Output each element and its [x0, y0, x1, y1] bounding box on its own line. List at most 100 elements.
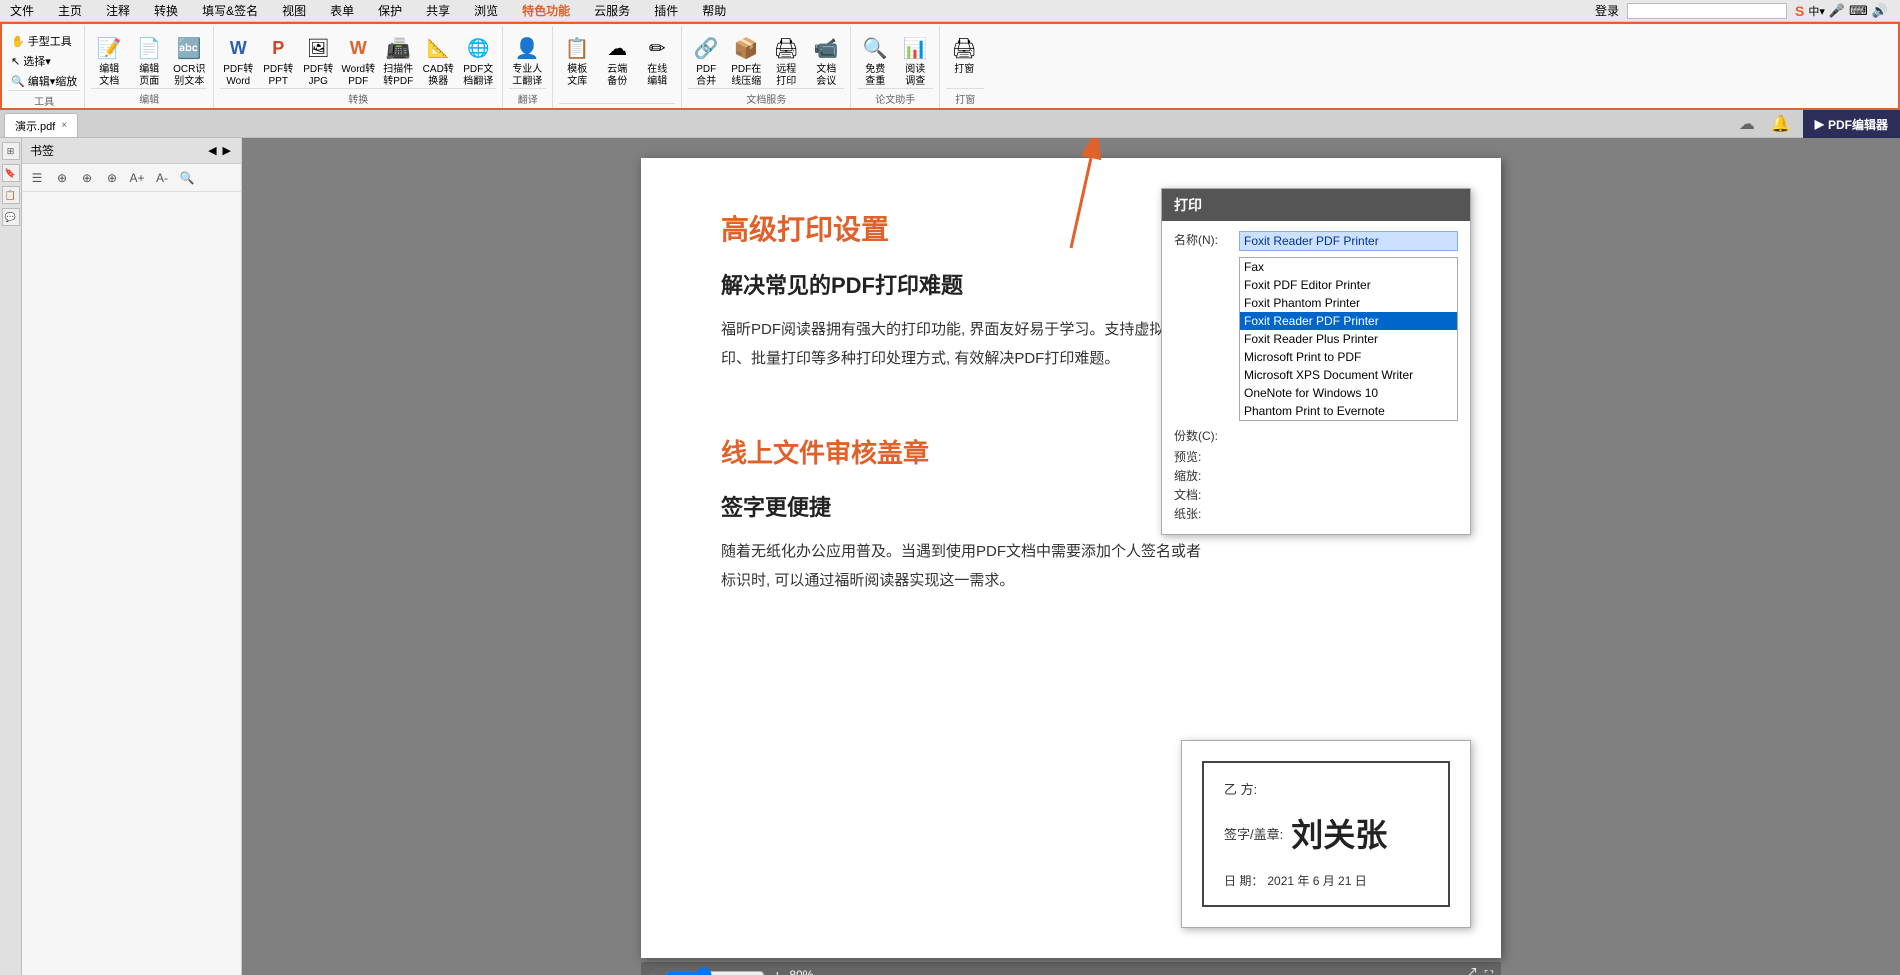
- menu-help[interactable]: 帮助: [696, 0, 732, 21]
- printer-fax[interactable]: Fax: [1240, 258, 1457, 276]
- print-name-input[interactable]: Foxit Reader PDF Printer: [1239, 231, 1458, 251]
- signature-inner: 乙 方: 签字/盖章: 刘关张 日 期： 2021 年 6 月 21 日: [1202, 761, 1450, 907]
- cad-icon: 📐: [422, 32, 454, 64]
- menu-file[interactable]: 文件: [4, 0, 40, 21]
- meeting-button[interactable]: 📹 文档会议: [808, 32, 844, 88]
- sogou-logo: S 中▾ 🎤 ⌨ 🔊: [1795, 3, 1888, 19]
- tools-label: 工具: [8, 90, 80, 108]
- menu-annotate[interactable]: 注释: [100, 0, 136, 21]
- online-edit-icon: ✏: [641, 32, 673, 64]
- print-preview-label: 预览:: [1174, 448, 1239, 465]
- printer-ms-pdf[interactable]: Microsoft Print to PDF: [1240, 348, 1457, 366]
- left-panel-btn-3[interactable]: 📋: [2, 186, 20, 204]
- search-input[interactable]: [1627, 3, 1787, 19]
- select-tool-button[interactable]: ↖ 选择▾: [8, 52, 80, 70]
- remote-print-button[interactable]: 🖨 远程打印: [768, 32, 804, 88]
- pdf-editor-icon: ▶: [1815, 117, 1824, 131]
- sidebar-title: 书签: [30, 142, 54, 159]
- menu-sign[interactable]: 填写&签名: [196, 0, 264, 21]
- edit-page-button[interactable]: 📄 编辑页面: [131, 32, 167, 88]
- zoom-slider[interactable]: [665, 967, 765, 975]
- fullscreen-button[interactable]: ⤢: [1464, 966, 1477, 975]
- cad-convert-button[interactable]: 📐 CAD转换器: [420, 32, 456, 88]
- online-edit-button[interactable]: ✏ 在线编辑: [639, 32, 675, 88]
- bookmark-add-icon[interactable]: ⊕: [51, 167, 73, 189]
- menu-convert[interactable]: 转换: [148, 0, 184, 21]
- notification-icon: 🔔: [1767, 114, 1795, 134]
- pdf-editor-badge[interactable]: ▶ PDF编辑器: [1803, 110, 1900, 138]
- printer-foxit-plus[interactable]: Foxit Reader Plus Printer: [1240, 330, 1457, 348]
- section1-body: 福昕PDF阅读器拥有强大的打印功能, 界面友好易于学习。支持虚拟打印、批量打印等…: [721, 316, 1201, 373]
- menu-share[interactable]: 共享: [420, 0, 456, 21]
- read-survey-button[interactable]: 📊 阅读调查: [897, 32, 933, 88]
- pdf-bottom-bar: − + 80% ⤢ ⛶: [641, 962, 1501, 975]
- pdf-to-jpg-button[interactable]: 🖼 PDF转JPG: [300, 32, 336, 88]
- edit-doc-icon: 📝: [93, 32, 125, 64]
- check-duplicate-button[interactable]: 🔍 免费查重: [857, 32, 893, 88]
- pdf-tab[interactable]: 演示.pdf ×: [4, 113, 78, 137]
- left-panel-btn-4[interactable]: 💬: [2, 208, 20, 226]
- pdf-word-icon: W: [222, 32, 254, 64]
- tab-close-button[interactable]: ×: [61, 120, 67, 131]
- menu-special[interactable]: 特色功能: [516, 0, 576, 21]
- pdf-to-word-button[interactable]: W PDF转Word: [220, 32, 256, 88]
- sig-date-value: 2021 年 6 月 21 日: [1267, 872, 1366, 889]
- fit-page-button[interactable]: ⛶: [1485, 968, 1493, 975]
- sidebar-nav-next[interactable]: ▶: [221, 144, 233, 157]
- sidebar-header: 书签 ◀ ▶: [22, 138, 241, 164]
- print-name-row: 名称(N): Foxit Reader PDF Printer: [1174, 231, 1458, 251]
- pdf-merge-button[interactable]: 🔗 PDF合并: [688, 32, 724, 88]
- bookmark-add2-icon[interactable]: ⊕: [76, 167, 98, 189]
- check-icon: 🔍: [859, 32, 891, 64]
- menu-browse[interactable]: 浏览: [468, 0, 504, 21]
- template-icon: 📋: [561, 32, 593, 64]
- template-button[interactable]: 📋 模板文库: [559, 32, 595, 88]
- print-dialog: 打印 名称(N): Foxit Reader PDF Printer Fax F…: [1161, 188, 1471, 535]
- sig-name-row: 签字/盖章: 刘关张: [1224, 810, 1428, 856]
- menu-form[interactable]: 表单: [324, 0, 360, 21]
- cloud-backup-icon: ☁: [601, 32, 633, 64]
- left-panel-btn-1[interactable]: ⊞: [2, 142, 20, 160]
- sidebar-nav-prev[interactable]: ◀: [206, 144, 218, 157]
- zoom-icon: 🔍: [11, 75, 25, 88]
- menu-plugin[interactable]: 插件: [648, 0, 684, 21]
- pro-translate-button[interactable]: 👤 专业人工翻译: [509, 32, 545, 88]
- zoom-in-button[interactable]: +: [773, 967, 781, 975]
- print-window-button[interactable]: 🖨 打窗: [946, 32, 982, 76]
- print-dialog-body: 名称(N): Foxit Reader PDF Printer Fax Foxi…: [1162, 221, 1470, 534]
- cursor-icon: ↖: [11, 55, 20, 68]
- services-label: [559, 103, 675, 106]
- print-paper-row: 纸张:: [1174, 505, 1458, 522]
- left-panel-btn-2[interactable]: 🔖: [2, 164, 20, 182]
- pdf-to-ppt-button[interactable]: P PDF转PPT: [260, 32, 296, 88]
- ocr-button[interactable]: 🔤 OCR识别文本: [171, 32, 207, 88]
- word-pdf-icon: W: [342, 32, 374, 64]
- printer-ms-xps[interactable]: Microsoft XPS Document Writer: [1240, 366, 1457, 384]
- font-increase-icon[interactable]: A+: [126, 167, 148, 189]
- zoom-out-button[interactable]: −: [649, 967, 657, 975]
- login-button[interactable]: 登录: [1595, 2, 1619, 19]
- edit-doc-button[interactable]: 📝 编辑文档: [91, 32, 127, 88]
- printer-phantom-evernote[interactable]: Phantom Print to Evernote: [1240, 402, 1457, 420]
- pdf-translate-button[interactable]: 🌐 PDF文档翻译: [460, 32, 496, 88]
- bookmark-list-icon[interactable]: ☰: [26, 167, 48, 189]
- print-printer-list: Fax Foxit PDF Editor Printer Foxit Phant…: [1239, 257, 1458, 421]
- edit-zoom-button[interactable]: 🔍 编辑▾缩放: [8, 72, 80, 90]
- menu-view[interactable]: 视图: [276, 0, 312, 21]
- word-to-pdf-button[interactable]: W Word转PDF: [340, 32, 376, 88]
- scan-to-pdf-button[interactable]: 📠 扫描件转PDF: [380, 32, 416, 88]
- printer-foxit-reader[interactable]: Foxit Reader PDF Printer: [1240, 312, 1457, 330]
- menu-home[interactable]: 主页: [52, 0, 88, 21]
- bookmark-add3-icon[interactable]: ⊕: [101, 167, 123, 189]
- hand-tool-button[interactable]: ✋ 手型工具: [8, 32, 80, 50]
- printer-foxit-editor[interactable]: Foxit PDF Editor Printer: [1240, 276, 1457, 294]
- compress-button[interactable]: 📦 PDF在线压缩: [728, 32, 764, 88]
- cloud-backup-button[interactable]: ☁ 云端备份: [599, 32, 635, 88]
- printer-onenote[interactable]: OneNote for Windows 10: [1240, 384, 1457, 402]
- menu-protect[interactable]: 保护: [372, 0, 408, 21]
- doc-services-label: 文档服务: [688, 88, 844, 106]
- bookmark-search-icon[interactable]: 🔍: [176, 167, 198, 189]
- font-decrease-icon[interactable]: A-: [151, 167, 173, 189]
- menu-cloud[interactable]: 云服务: [588, 0, 636, 21]
- printer-foxit-phantom[interactable]: Foxit Phantom Printer: [1240, 294, 1457, 312]
